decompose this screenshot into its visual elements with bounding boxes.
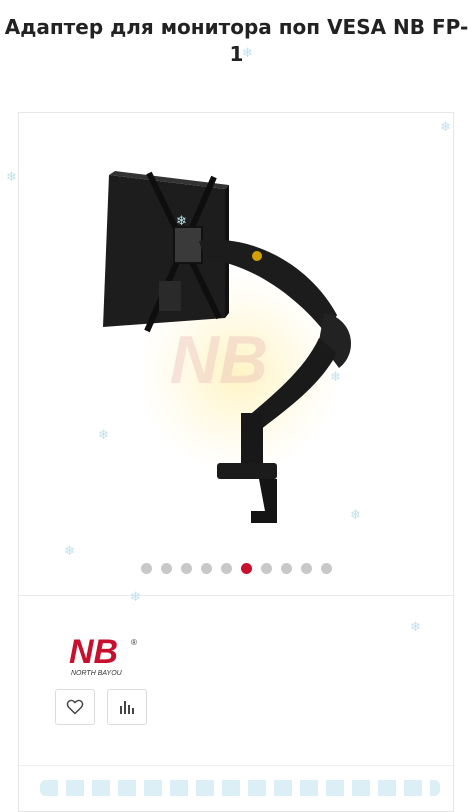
compare-button[interactable] [107,689,147,725]
snowflake-icon: ❄ [6,170,17,185]
heart-icon [66,699,84,715]
carousel-dot[interactable] [160,563,172,574]
carousel-dot[interactable] [200,563,212,574]
snow-decoration [40,780,440,796]
product-image-gallery[interactable]: NB [19,113,453,593]
carousel-dot[interactable] [140,563,152,574]
section-divider [19,595,453,596]
product-title: Адаптер для монитора поп VESA NB FP-1 [4,15,469,66]
monitor-arm-image: NB [103,171,351,523]
product-card: NB NB ® NORTH BAYOU [18,112,454,812]
section-divider [19,765,453,766]
svg-text:®: ® [131,638,137,647]
brand-logo[interactable]: NB ® NORTH BAYOU [67,631,139,679]
brand-logo-text: NB [69,633,118,671]
carousel-dot[interactable] [220,563,232,574]
carousel-dot[interactable] [320,563,332,574]
carousel-dot[interactable] [260,563,272,574]
bar-chart-icon [120,701,134,714]
carousel-dot[interactable] [180,563,192,574]
brand-logo-subtext: NORTH BAYOU [71,670,123,677]
product-actions [55,689,147,725]
carousel-dot[interactable] [300,563,312,574]
carousel-dot-active[interactable] [240,563,252,574]
carousel-dots [19,563,453,577]
watermark-text: NB [170,322,268,398]
wishlist-button[interactable] [55,689,95,725]
carousel-dot[interactable] [280,563,292,574]
